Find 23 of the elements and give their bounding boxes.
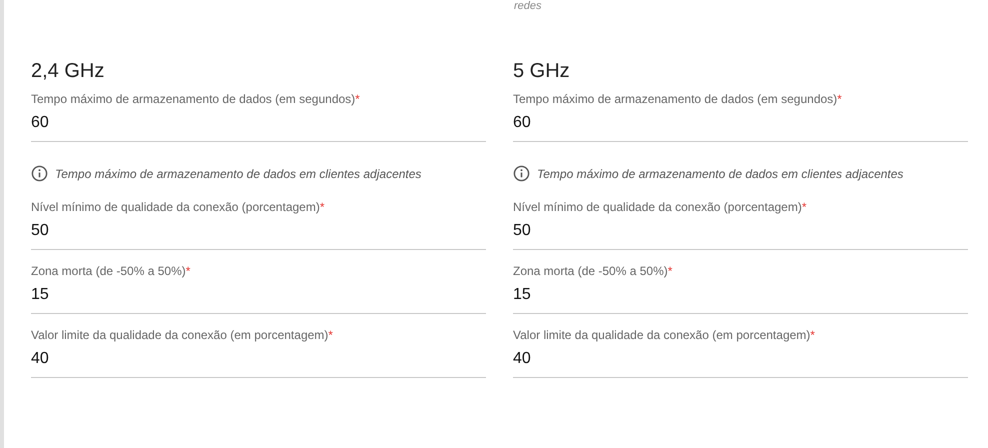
field-label: Zona morta (de -50% a 50%)* [513,263,674,279]
hint-text: Tempo máximo de armazenamento de dados em clientes adjacentes [55,166,422,180]
field-label: Zona morta (de -50% a 50%)* [31,263,192,279]
info-icon [513,165,530,182]
field-label: Nível mínimo de qualidade da conexão (porcentagem)* [31,199,326,215]
input-field[interactable]: 50 [31,221,486,241]
input-field[interactable]: 40 [513,349,968,369]
section-title: 5 GHz [513,59,571,84]
field-label: Valor limite da qualidade da conexão (em porcentagem)* [513,327,816,343]
info-icon [31,165,48,182]
input-field[interactable]: 15 [513,285,968,305]
field-label: Valor limite da qualidade da conexão (em porcentagem)* [31,327,334,343]
field-label: Tempo máximo de armazenamento de dados (em segundos)* [31,91,361,107]
input-field[interactable]: 40 [31,349,486,369]
input-field[interactable]: 50 [513,221,968,241]
input-field[interactable]: 15 [31,285,486,305]
field-label: Nível mínimo de qualidade da conexão (porcentagem)* [513,199,808,215]
hint-text: Tempo máximo de armazenamento de dados em clientes adjacentes [537,166,904,180]
field-label: Tempo máximo de armazenamento de dados (em segundos)* [513,91,843,107]
input-field[interactable]: 60 [31,113,486,133]
note-text: redes [514,0,542,12]
section-title: 2,4 GHz [31,59,106,84]
input-field[interactable]: 60 [513,113,968,133]
